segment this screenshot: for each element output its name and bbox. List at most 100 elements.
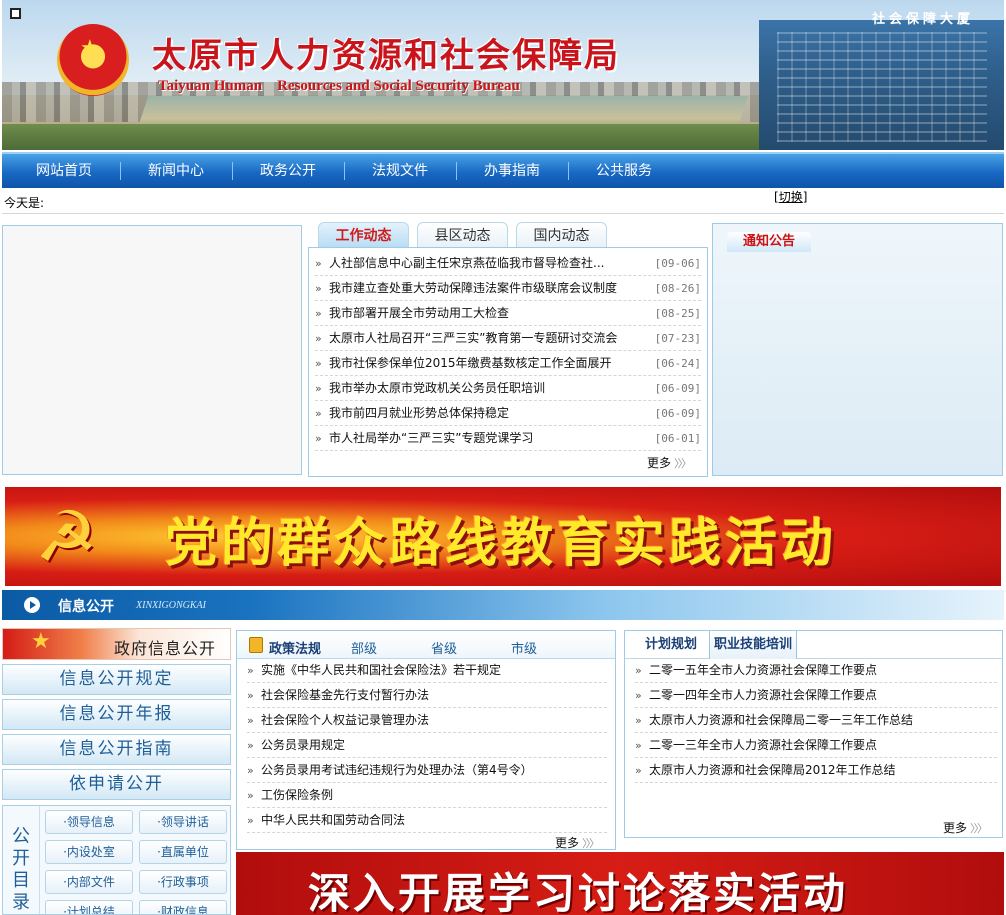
plan-title[interactable]: 二零一三年全市人力资源社会保障工作要点: [649, 733, 877, 758]
catalog-item-plans[interactable]: ·计划总结: [45, 900, 133, 914]
policy-title[interactable]: 中华人民共和国劳动合同法: [261, 808, 405, 833]
policy-title[interactable]: 公务员录用规定: [261, 733, 345, 758]
chevron-right-icon: »: [635, 713, 642, 727]
list-item[interactable]: » 二零一四年全市人力资源社会保障工作要点: [635, 683, 997, 708]
nav-item-public-service[interactable]: 公共服务: [568, 154, 680, 188]
policy-title[interactable]: 社会保险基金先行支付暂行办法: [261, 683, 429, 708]
news-title[interactable]: 我市前四月就业形势总体保持稳定: [329, 401, 641, 426]
header-ground: [2, 124, 762, 150]
chevron-right-icon: »: [315, 431, 322, 445]
more-label[interactable]: 更多: [943, 821, 967, 835]
mass-line-banner[interactable]: ☭ 党的群众路线教育实践活动: [5, 487, 1001, 586]
list-item[interactable]: » 人社部信息中心副主任宋京燕莅临我市督导检查社... [09-06]: [315, 251, 701, 276]
list-item[interactable]: » 太原市人社局召开“三严三实”教育第一专题研讨交流会 [07-23]: [315, 326, 701, 351]
plan-title[interactable]: 二零一四年全市人力资源社会保障工作要点: [649, 683, 877, 708]
tab-work-news[interactable]: 工作动态: [318, 222, 409, 248]
list-item[interactable]: » 中华人民共和国劳动合同法: [247, 808, 607, 833]
list-item[interactable]: » 我市建立查处重大劳动保障违法案件市级联席会议制度 [08-26]: [315, 276, 701, 301]
study-discussion-banner[interactable]: 深入开展学习讨论落实活动: [236, 852, 1004, 915]
policy-title[interactable]: 实施《中华人民共和国社会保险法》若干规定: [261, 658, 501, 683]
news-title[interactable]: 太原市人社局召开“三严三实”教育第一专题研讨交流会: [329, 326, 641, 351]
list-item[interactable]: » 我市社保参保单位2015年缴费基数核定工作全面展开 [06-24]: [315, 351, 701, 376]
list-item[interactable]: » 二零一五年全市人力资源社会保障工作要点: [635, 658, 997, 683]
star-icon: ★: [31, 629, 51, 654]
list-item[interactable]: » 我市举办太原市党政机关公务员任职培训 [06-09]: [315, 376, 701, 401]
disclosure-catalog: 公开目录 ·领导信息 ·领导讲话 ·内设处室 ·直属单位 ·内部文件 ·行政事项…: [2, 805, 231, 915]
list-item[interactable]: » 我市部署开展全市劳动用工大检查 [08-25]: [315, 301, 701, 326]
news-title[interactable]: 我市建立查处重大劳动保障违法案件市级联席会议制度: [329, 276, 641, 301]
plan-more-link[interactable]: 更多 〉〉〉: [943, 819, 988, 836]
policy-more-link[interactable]: 更多 〉〉〉: [555, 834, 600, 851]
news-title[interactable]: 我市社保参保单位2015年缴费基数核定工作全面展开: [329, 351, 641, 376]
gov-button-annual-report[interactable]: 信息公开年报: [2, 699, 231, 730]
news-date: [06-01]: [654, 431, 701, 445]
catalog-item-departments[interactable]: ·内设处室: [45, 840, 133, 864]
site-header: 社会保障大厦 太原市人力资源和社会保障局 Taiyuan Human Resou…: [2, 0, 1004, 150]
list-item[interactable]: » 太原市人力资源和社会保障局二零一三年工作总结: [635, 708, 997, 733]
list-item[interactable]: » 太原市人力资源和社会保障局2012年工作总结: [635, 758, 997, 783]
news-title[interactable]: 人社部信息中心副主任宋京燕莅临我市督导检查社...: [329, 251, 641, 276]
tab-vocational-training[interactable]: 职业技能培训: [709, 631, 798, 659]
list-item[interactable]: » 工伤保险条例: [247, 783, 607, 808]
plan-title[interactable]: 太原市人力资源和社会保障局2012年工作总结: [649, 758, 896, 783]
gov-button-on-request[interactable]: 依申请公开: [2, 769, 231, 800]
nav-item-home[interactable]: 网站首页: [8, 154, 120, 188]
tab-province[interactable]: 省级: [431, 638, 457, 657]
catalog-item-internal-docs[interactable]: ·内部文件: [45, 870, 133, 894]
list-item[interactable]: » 市人社局举办“三严三实”专题党课学习 [06-01]: [315, 426, 701, 451]
catalog-item-speeches[interactable]: ·领导讲话: [139, 810, 227, 834]
list-item[interactable]: » 我市前四月就业形势总体保持稳定 [06-09]: [315, 401, 701, 426]
tab-national-news[interactable]: 国内动态: [516, 222, 607, 248]
catalog-item-affiliates[interactable]: ·直属单位: [139, 840, 227, 864]
gov-button-guide[interactable]: 信息公开指南: [2, 734, 231, 765]
more-label[interactable]: 更多: [647, 456, 671, 470]
list-item[interactable]: » 公务员录用规定: [247, 733, 607, 758]
catalog-item-finance[interactable]: ·财政信息: [139, 900, 227, 914]
more-label[interactable]: 更多: [555, 836, 579, 850]
national-emblem-icon: [57, 24, 129, 96]
nav-item-guide[interactable]: 办事指南: [456, 154, 568, 188]
chevron-right-icon: »: [315, 381, 322, 395]
news-title[interactable]: 市人社局举办“三严三实”专题党课学习: [329, 426, 641, 451]
window-icon[interactable]: [10, 8, 21, 19]
more-chevron-icon: 〉〉〉: [970, 822, 988, 835]
tab-county-news[interactable]: 县区动态: [417, 222, 508, 248]
list-item[interactable]: » 社会保险基金先行支付暂行办法: [247, 683, 607, 708]
list-item[interactable]: » 实施《中华人民共和国社会保险法》若干规定: [247, 658, 607, 683]
catalog-item-leaders[interactable]: ·领导信息: [45, 810, 133, 834]
tab-city[interactable]: 市级: [511, 638, 537, 657]
gov-button-regulations[interactable]: 信息公开规定: [2, 664, 231, 695]
news-more-link[interactable]: 更多 〉〉〉: [647, 454, 692, 471]
policy-title[interactable]: 公务员录用考试违纪违规行为处理办法（第4号令）: [261, 758, 533, 783]
list-item[interactable]: » 公务员录用考试违纪违规行为处理办法（第4号令）: [247, 758, 607, 783]
policy-title[interactable]: 社会保险个人权益记录管理办法: [261, 708, 429, 733]
chevron-right-icon: »: [315, 356, 322, 370]
nav-item-news[interactable]: 新闻中心: [120, 154, 232, 188]
news-title[interactable]: 我市举办太原市党政机关公务员任职培训: [329, 376, 641, 401]
switch-label[interactable]: 切换: [779, 190, 803, 204]
policy-tabs: 政策法规 部级 省级 市级: [237, 631, 615, 659]
policy-title[interactable]: 工伤保险条例: [261, 783, 333, 808]
party-emblem-icon: ☭: [35, 496, 98, 578]
catalog-item-admin-matters[interactable]: ·行政事项: [139, 870, 227, 894]
policy-list: » 实施《中华人民共和国社会保险法》若干规定 » 社会保险基金先行支付暂行办法 » 社…: [247, 658, 607, 833]
plan-title[interactable]: 二零一五年全市人力资源社会保障工作要点: [649, 658, 877, 683]
section-english-title: XINXIGONGKAI: [136, 600, 206, 611]
plan-title[interactable]: 太原市人力资源和社会保障局二零一三年工作总结: [649, 708, 913, 733]
tab-ministry[interactable]: 部级: [351, 638, 377, 657]
news-date: [07-23]: [654, 331, 701, 345]
news-title[interactable]: 我市部署开展全市劳动用工大检查: [329, 301, 641, 326]
news-box: » 人社部信息中心副主任宋京燕莅临我市督导检查社... [09-06] » 我市建立查…: [308, 247, 708, 477]
info-disclosure-header: 信息公开 XINXIGONGKAI: [2, 590, 1004, 620]
nav-item-regulations[interactable]: 法规文件: [344, 154, 456, 188]
switch-link[interactable]: [切换]: [774, 188, 807, 205]
tab-policy[interactable]: 政策法规: [269, 638, 321, 657]
nav-item-gov-affairs[interactable]: 政务公开: [232, 154, 344, 188]
site-subtitle: Taiyuan Human Resources and Social Secur…: [158, 78, 520, 94]
list-item[interactable]: » 社会保险个人权益记录管理办法: [247, 708, 607, 733]
notice-title[interactable]: 通知公告: [727, 232, 811, 252]
list-item[interactable]: » 二零一三年全市人力资源社会保障工作要点: [635, 733, 997, 758]
main-nav: 网站首页 新闻中心 政务公开 法规文件 办事指南 公共服务: [2, 152, 1004, 188]
tab-planning[interactable]: 计划规划: [641, 631, 701, 659]
news-tabs: 工作动态 县区动态 国内动态: [318, 222, 607, 248]
